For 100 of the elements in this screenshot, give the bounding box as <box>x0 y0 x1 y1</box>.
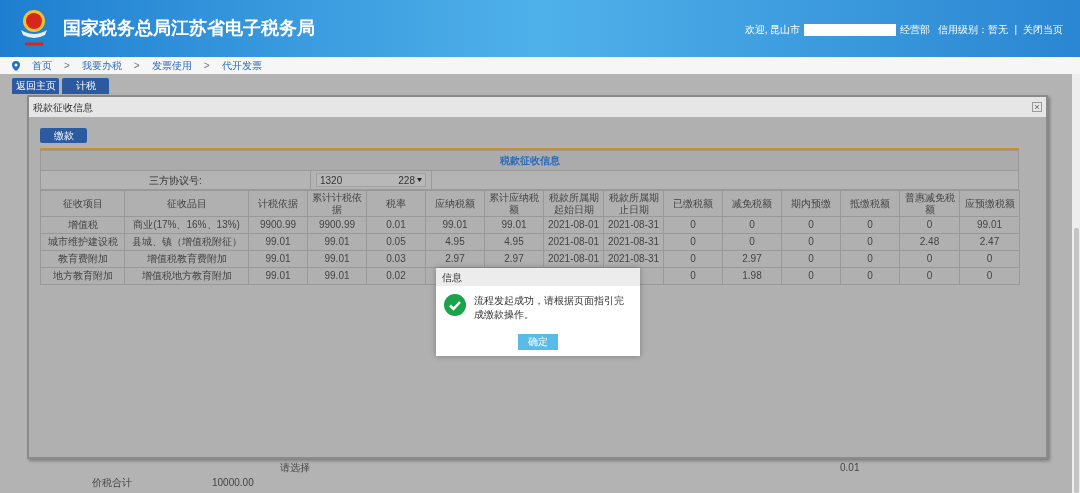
table-cell: 2021-08-01 <box>543 233 604 251</box>
user-name-suffix: 经营部 <box>900 23 931 37</box>
table-cell: 2.97 <box>722 250 782 268</box>
breadcrumb-link[interactable]: 我要办税 <box>81 58 122 73</box>
column-header: 税率 <box>366 190 426 217</box>
toolbar-button[interactable]: 返回主页 <box>12 78 59 94</box>
table-cell: 2021-08-31 <box>603 216 664 234</box>
table-cell: 商业(17%、16%、13%) <box>124 216 249 234</box>
total-label: 价税合计 <box>92 475 132 490</box>
column-header: 税款所属期止日期 <box>603 190 664 217</box>
table-cell: 0 <box>899 216 960 234</box>
table-cell: 99.01 <box>248 233 308 251</box>
table-cell: 99.01 <box>307 233 367 251</box>
table-cell: 1.98 <box>722 267 782 285</box>
table-cell: 0 <box>722 216 782 234</box>
table-cell: 地方教育附加 <box>40 267 125 285</box>
table-cell: 0 <box>899 267 960 285</box>
protocol-select[interactable]: 1320 228 <box>316 173 426 187</box>
table-cell: 0 <box>840 250 900 268</box>
column-header: 征收品目 <box>124 190 249 217</box>
table-cell: 增值税教育费附加 <box>124 250 249 268</box>
table-cell: 0 <box>663 250 723 268</box>
table-cell: 0 <box>781 267 841 285</box>
column-header: 已缴税额 <box>663 190 723 217</box>
select-value: 请选择 <box>280 460 310 475</box>
table-cell: 9900.99 <box>307 216 367 234</box>
column-header: 抵缴税额 <box>840 190 900 217</box>
table-cell: 0.03 <box>366 250 426 268</box>
table-cell: 0 <box>781 250 841 268</box>
separator: | <box>1014 23 1017 37</box>
dialog-message: 流程发起成功，请根据页面指引完成缴款操作。 <box>474 294 625 322</box>
credit-level: 信用级别：暂无 <box>938 23 1009 37</box>
location-pin-icon <box>12 60 20 71</box>
table-cell: 99.01 <box>307 267 367 285</box>
table-cell: 0.02 <box>366 267 426 285</box>
column-header: 税款所属期起始日期 <box>543 190 604 217</box>
table-cell: 2021-08-01 <box>543 250 604 268</box>
total-value: 10000.00 <box>212 475 254 490</box>
table-cell: 0 <box>959 267 1020 285</box>
dialog-title: 信息 <box>442 270 462 285</box>
success-check-icon <box>444 294 466 316</box>
table-cell: 0.05 <box>366 233 426 251</box>
table-cell: 99.01 <box>425 216 485 234</box>
modal-title: 税款征收信息 <box>33 100 93 115</box>
table-cell: 0 <box>899 250 960 268</box>
pay-button[interactable]: 缴款 <box>40 128 87 143</box>
breadcrumb-link[interactable]: 代开发票 <box>221 58 262 73</box>
column-header: 应纳税额 <box>425 190 485 217</box>
table-cell: 4.95 <box>425 233 485 251</box>
table-cell: 0 <box>840 216 900 234</box>
breadcrumb-separator: > <box>64 59 70 73</box>
user-greeting: 欢迎, 昆山市 <box>744 23 801 37</box>
select-value-start: 1320 <box>320 173 343 188</box>
table-caption: 税款征收信息 <box>499 154 560 168</box>
table-cell: 2.48 <box>899 233 960 251</box>
table-cell: 99.01 <box>484 216 544 234</box>
table-cell: 教育费附加 <box>40 250 125 268</box>
table-cell: 99.01 <box>959 216 1020 234</box>
close-page-link[interactable]: 关闭当页 <box>1023 22 1063 37</box>
column-header: 计税依据 <box>248 190 308 217</box>
table-cell: 99.01 <box>248 250 308 268</box>
table-cell: 2021-08-31 <box>603 250 664 268</box>
table-cell: 4.95 <box>484 233 544 251</box>
column-header: 累计计税依据 <box>307 190 367 217</box>
column-header: 累计应纳税额 <box>484 190 544 217</box>
table-cell: 0 <box>959 250 1020 268</box>
table-cell: 99.01 <box>307 250 367 268</box>
column-header: 征收项目 <box>40 190 125 217</box>
table-cell: 0 <box>663 267 723 285</box>
table-cell: 2021-08-31 <box>603 233 664 251</box>
table-cell: 0 <box>663 216 723 234</box>
site-title: 国家税务总局江苏省电子税务局 <box>63 17 315 40</box>
table-cell: 0.01 <box>366 216 426 234</box>
breadcrumb-link[interactable]: 首页 <box>32 58 52 73</box>
column-header: 应预缴税额 <box>959 190 1020 217</box>
table-cell: 0 <box>663 233 723 251</box>
table-cell: 0 <box>781 233 841 251</box>
toolbar-button[interactable]: 计税 <box>62 78 109 94</box>
table-cell: 城市维护建设税 <box>40 233 125 251</box>
column-header: 期内预缴 <box>781 190 841 217</box>
table-cell: 0 <box>722 233 782 251</box>
table-cell: 99.01 <box>248 267 308 285</box>
table-cell: 9900.99 <box>248 216 308 234</box>
breadcrumb-link[interactable]: 发票使用 <box>151 58 192 73</box>
dropdown-caret-icon <box>417 178 422 182</box>
table-cell: 0 <box>840 267 900 285</box>
rate-value: 0.01 <box>840 460 860 475</box>
column-header: 普惠减免税额 <box>899 190 960 217</box>
table-cell: 2.97 <box>425 250 485 268</box>
breadcrumb-separator: > <box>133 59 140 73</box>
column-header: 减免税额 <box>722 190 782 217</box>
table-cell: 增值税 <box>40 216 125 234</box>
table-cell: 2021-08-01 <box>543 216 604 234</box>
table-cell: 三方协议号: <box>41 171 311 189</box>
breadcrumb-separator: > <box>203 59 210 73</box>
select-value-end: 228 <box>398 173 415 188</box>
table-cell: 0 <box>840 233 900 251</box>
close-icon[interactable] <box>1032 102 1042 112</box>
table-cell: 2.97 <box>484 250 544 268</box>
table-cell: 增值税地方教育附加 <box>124 267 249 285</box>
